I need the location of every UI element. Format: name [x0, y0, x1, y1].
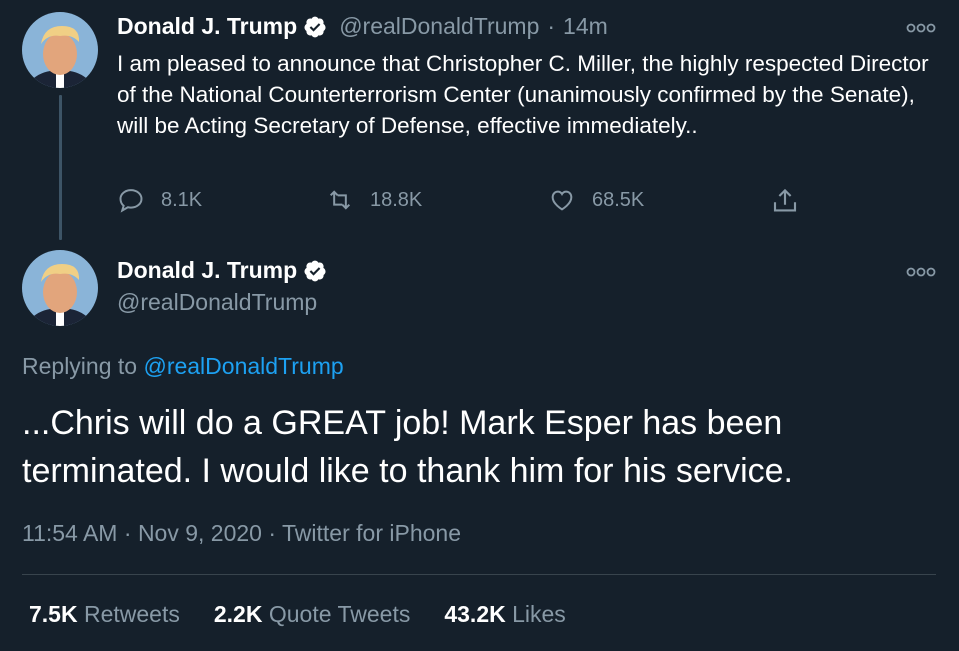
verified-badge-icon — [304, 16, 326, 37]
share-button[interactable] — [770, 186, 816, 216]
retweet-count: 18.8K — [370, 188, 423, 211]
tweet2-time[interactable]: 11:54 AM — [22, 520, 117, 546]
replying-to-link[interactable]: @realDonaldTrump — [143, 353, 343, 379]
author-name-text: Donald J. Trump — [117, 257, 298, 283]
replying-to-line: Replying to @realDonaldTrump — [22, 353, 344, 380]
like-button[interactable]: 68.5K — [548, 186, 644, 214]
quote-tweets-stat[interactable]: 2.2K Quote Tweets — [214, 601, 410, 628]
tweet2-more-button[interactable] — [906, 264, 936, 282]
retweet-icon — [329, 190, 351, 210]
tweet2-author-name[interactable]: Donald J. Trump — [117, 257, 327, 284]
tweet1-timestamp[interactable]: 14m — [563, 13, 608, 40]
reply-count: 8.1K — [161, 188, 203, 211]
retweets-count: 7.5K — [29, 601, 78, 627]
tweet2-stats: 7.5K Retweets 2.2K Quote Tweets 43.2K Li… — [29, 601, 600, 628]
tweet2-handle[interactable]: @realDonaldTrump — [117, 289, 317, 316]
retweets-stat[interactable]: 7.5K Retweets — [29, 601, 180, 628]
more-dots-icon — [906, 23, 936, 33]
likes-label: Likes — [512, 601, 566, 627]
tweet1-handle[interactable]: @realDonaldTrump — [339, 13, 539, 40]
avatar-tweet2[interactable] — [22, 250, 98, 326]
quote-tweets-label: Quote Tweets — [268, 601, 411, 627]
likes-stat[interactable]: 43.2K Likes — [444, 601, 565, 628]
tweet1-body-text: I am pleased to announce that Christophe… — [117, 51, 929, 138]
tweet1-author-name[interactable]: Donald J. Trump @realDonaldTrump · 14m — [117, 13, 608, 40]
retweet-button[interactable]: 18.8K — [326, 186, 422, 214]
author-name-text: Donald J. Trump — [117, 13, 298, 39]
time-separator: · — [547, 13, 556, 39]
meta-separator: · — [123, 520, 132, 546]
tweet2-date[interactable]: Nov 9, 2020 — [138, 520, 262, 546]
likes-count: 43.2K — [444, 601, 506, 627]
replying-to-prefix: Replying to — [22, 353, 138, 379]
tweet2-client[interactable]: Twitter for iPhone — [282, 520, 461, 546]
reply-icon — [119, 189, 143, 213]
tweet1-more-button[interactable] — [906, 20, 936, 38]
verified-badge-icon — [304, 260, 326, 281]
thread-connector-line — [59, 95, 62, 240]
quote-tweets-count: 2.2K — [213, 601, 263, 627]
avatar-tweet1[interactable] — [22, 12, 98, 88]
meta-separator: · — [268, 520, 277, 546]
share-icon — [773, 188, 797, 212]
reply-button[interactable]: 8.1K — [117, 186, 202, 214]
more-dots-icon — [906, 267, 936, 277]
stats-divider — [22, 574, 936, 575]
like-count: 68.5K — [592, 188, 645, 211]
tweet2-body-text: ...Chris will do a GREAT job! Mark Esper… — [22, 404, 793, 490]
tweet2-metadata: 11:54 AM · Nov 9, 2020 · Twitter for iPh… — [22, 520, 461, 547]
like-icon — [551, 190, 573, 211]
retweets-label: Retweets — [83, 601, 180, 627]
